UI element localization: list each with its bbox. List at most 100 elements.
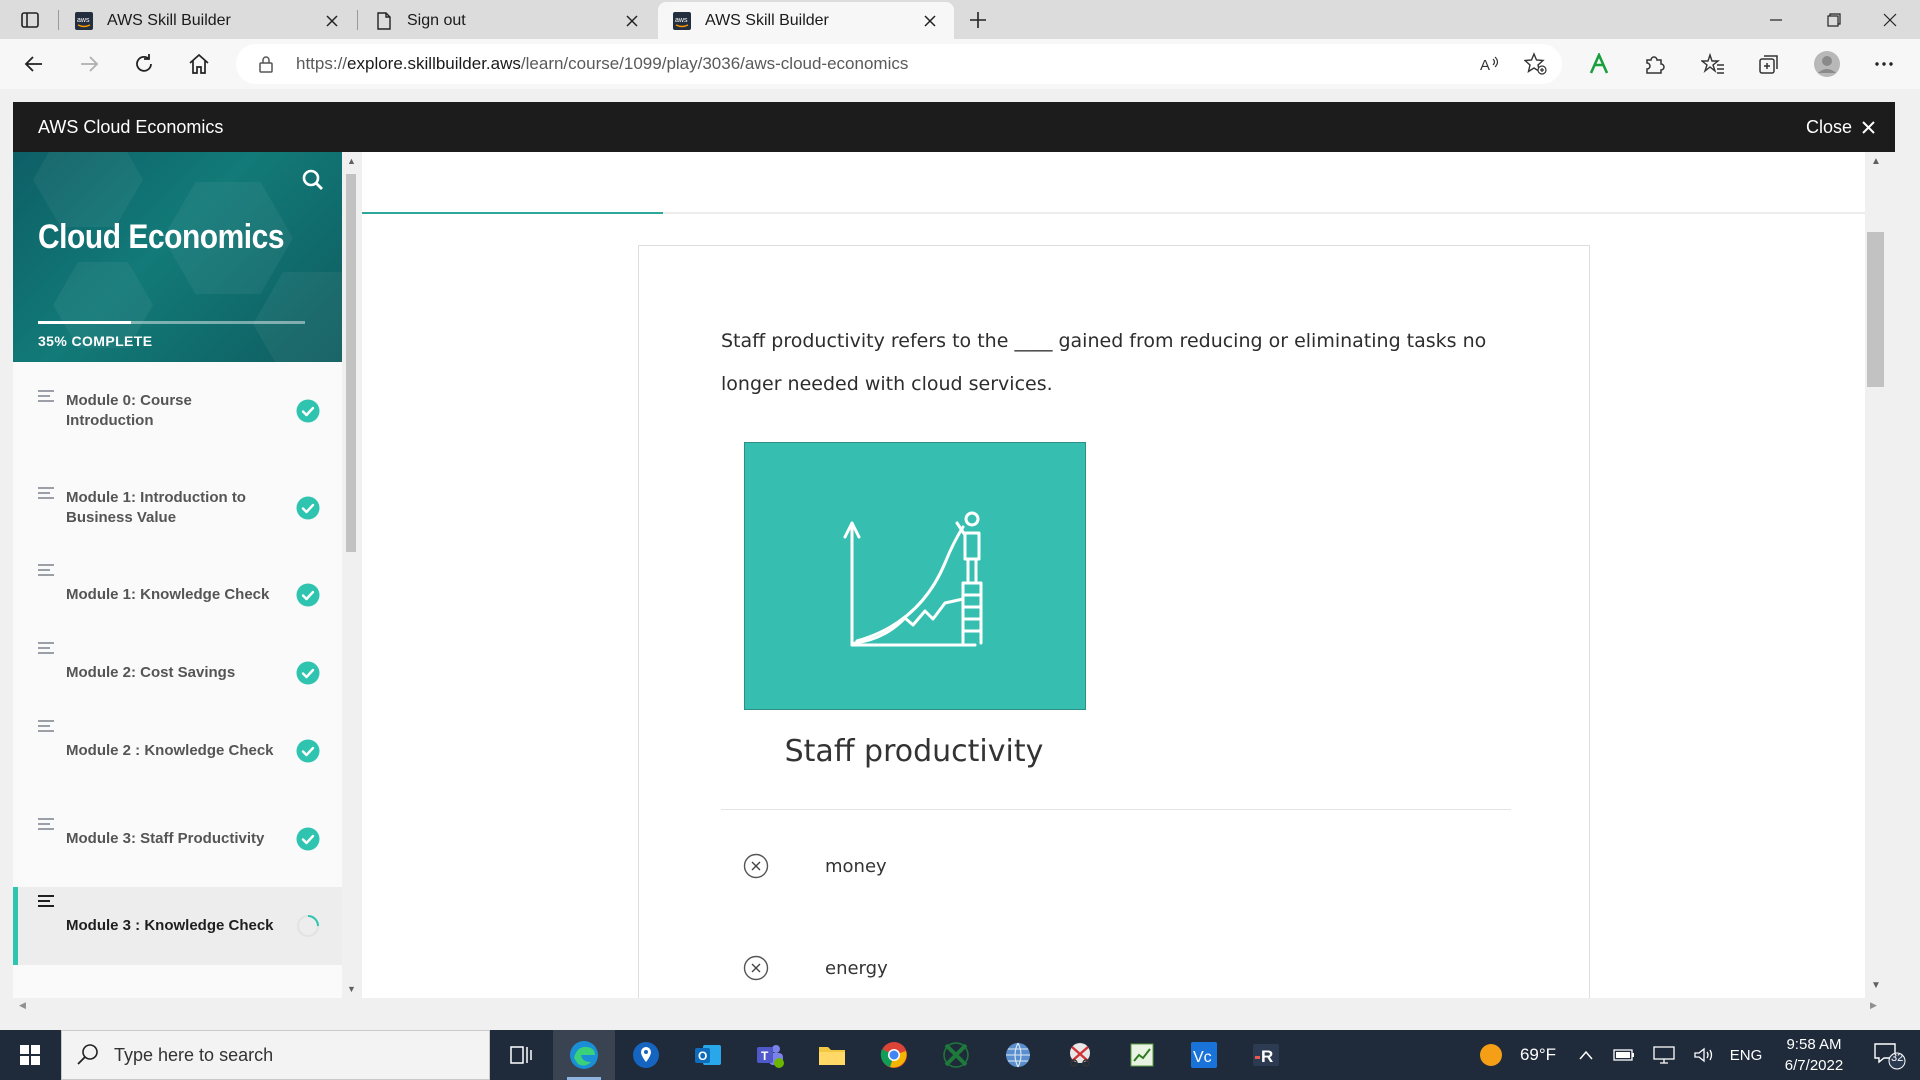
read-aloud-icon[interactable]: A xyxy=(1478,52,1502,76)
extensions-button[interactable] xyxy=(1636,46,1672,82)
lesson-content: Staff productivity refers to the ____ ga… xyxy=(362,152,1865,998)
taskbar-app-snip[interactable] xyxy=(1049,1030,1111,1080)
weather-temperature[interactable]: 69°F xyxy=(1512,1030,1564,1080)
collections-button[interactable] xyxy=(1751,46,1787,82)
scroll-up-arrow-icon[interactable]: ▲ xyxy=(1871,156,1881,167)
tab-separator xyxy=(58,10,59,30)
favorites-button[interactable] xyxy=(1695,46,1731,82)
weather-button[interactable] xyxy=(1474,1030,1508,1080)
module-label: Module 3: Staff Productivity xyxy=(66,829,265,847)
sidebar-module-item[interactable]: Module 3: Staff Productivity xyxy=(13,790,342,887)
hex-decoration xyxy=(33,152,143,227)
check-circle-icon xyxy=(296,827,320,850)
close-tab-icon[interactable] xyxy=(622,11,642,31)
taskbar-app-sheet[interactable] xyxy=(1111,1030,1173,1080)
address-bar[interactable]: https://explore.skillbuilder.aws/learn/c… xyxy=(236,44,1562,84)
taskbar-file-explorer[interactable] xyxy=(801,1030,863,1080)
browser-tab-3-active[interactable]: aws AWS Skill Builder xyxy=(658,2,954,39)
maps-pin-icon xyxy=(633,1042,659,1068)
taskbar-outlook[interactable]: O xyxy=(677,1030,739,1080)
sidebar-module-item[interactable]: Module 1: Knowledge Check xyxy=(13,556,342,634)
avatar-icon xyxy=(1814,51,1840,77)
extension-a-icon xyxy=(1589,53,1609,74)
taskbar-teams[interactable]: T xyxy=(739,1030,801,1080)
staff-productivity-image xyxy=(744,442,1086,710)
task-view-button[interactable] xyxy=(490,1030,552,1080)
x-circle-icon xyxy=(743,955,769,981)
sidebar-module-item[interactable]: Module 3 : Knowledge Check xyxy=(13,887,342,965)
system-clock[interactable]: 9:58 AM 6/7/2022 xyxy=(1768,1034,1860,1076)
url-text[interactable]: https://explore.skillbuilder.aws/learn/c… xyxy=(296,54,908,74)
globe-icon xyxy=(1006,1042,1030,1068)
sidebar-module-item[interactable]: Module 2 : Knowledge Check xyxy=(13,712,342,790)
restore-button[interactable] xyxy=(1806,0,1862,39)
home-icon xyxy=(189,53,209,74)
network-icon[interactable] xyxy=(1650,1030,1678,1080)
tab-title: AWS Skill Builder xyxy=(705,11,829,29)
sidebar-hero: Cloud Economics 35% COMPLETE xyxy=(13,152,342,362)
scroll-down-arrow-icon[interactable]: ▼ xyxy=(347,984,356,994)
taskbar-maps[interactable] xyxy=(615,1030,677,1080)
close-tab-icon[interactable] xyxy=(322,11,342,31)
scroll-down-arrow-icon[interactable]: ▼ xyxy=(1871,980,1881,991)
check-circle-icon xyxy=(296,583,320,607)
horizontal-scrollbar[interactable]: ◀ ▶ xyxy=(13,998,1895,1014)
volume-icon[interactable] xyxy=(1690,1030,1718,1080)
lesson-scrollbar[interactable]: ▲ ▼ xyxy=(1865,152,1895,998)
hex-decoration xyxy=(253,272,342,362)
new-tab-button[interactable] xyxy=(964,6,992,34)
favorites-icon xyxy=(1701,53,1724,74)
battery-icon[interactable] xyxy=(1610,1030,1638,1080)
search-icon xyxy=(77,1044,98,1065)
scroll-left-arrow-icon[interactable]: ◀ xyxy=(19,1000,26,1011)
sidebar-scrollbar[interactable]: ▲ ▼ xyxy=(342,152,360,998)
sidebar-module-item[interactable]: Module 1: Introduction to Business Value xyxy=(13,459,342,556)
taskbar-chrome[interactable] xyxy=(863,1030,925,1080)
scroll-up-arrow-icon[interactable]: ▲ xyxy=(347,156,356,166)
home-button[interactable] xyxy=(181,46,217,82)
search-icon[interactable] xyxy=(301,168,325,192)
lesson-scroll-thumb[interactable] xyxy=(1867,232,1884,387)
lesson-lines-icon xyxy=(38,487,56,501)
answer-option-money[interactable]: money xyxy=(743,846,887,886)
refresh-button[interactable] xyxy=(126,46,162,82)
svg-text:O: O xyxy=(698,1049,707,1063)
settings-menu-button[interactable] xyxy=(1866,46,1902,82)
weather-sun-icon xyxy=(1480,1044,1502,1066)
answer-option-energy[interactable]: energy xyxy=(743,948,888,988)
close-tab-icon[interactable] xyxy=(920,11,940,31)
notification-center-button[interactable]: 32 xyxy=(1864,1030,1914,1080)
taskbar-search-box[interactable]: Type here to search xyxy=(61,1030,490,1080)
sidebar-course-title: Cloud Economics xyxy=(38,218,285,256)
sidebar-module-item[interactable]: Module 2: Cost Savings xyxy=(13,634,342,712)
taskbar-edge[interactable] xyxy=(553,1030,615,1080)
windows-logo-icon xyxy=(20,1045,40,1065)
taskbar-app-x[interactable] xyxy=(925,1030,987,1080)
browser-tab-2[interactable]: Sign out xyxy=(360,2,656,39)
input-language[interactable]: ENG xyxy=(1726,1030,1766,1080)
browser-toolbar: https://explore.skillbuilder.aws/learn/c… xyxy=(0,39,1920,89)
profile-button[interactable] xyxy=(1809,46,1845,82)
start-button[interactable] xyxy=(0,1030,60,1080)
close-window-button[interactable] xyxy=(1862,0,1918,39)
add-favorite-icon[interactable] xyxy=(1524,52,1548,76)
browser-tab-1[interactable]: aws AWS Skill Builder xyxy=(60,2,356,39)
forward-button[interactable] xyxy=(71,46,107,82)
taskbar-app-vc[interactable]: Vc xyxy=(1173,1030,1235,1080)
sidebar-module-item[interactable]: Module 0: Course Introduction xyxy=(13,362,342,459)
close-course-button[interactable]: Close xyxy=(1806,117,1875,138)
tab-separator xyxy=(357,10,358,30)
back-button[interactable] xyxy=(16,46,52,82)
tab-actions-menu[interactable] xyxy=(14,8,46,32)
minimize-button[interactable] xyxy=(1748,0,1804,39)
sidebar-scroll-thumb[interactable] xyxy=(346,174,356,552)
extension-button[interactable] xyxy=(1581,46,1617,82)
scroll-right-arrow-icon[interactable]: ▶ xyxy=(1870,1000,1877,1011)
page-icon xyxy=(374,11,394,31)
svg-text:Vc: Vc xyxy=(1193,1049,1212,1066)
taskbar-app-r[interactable]: R xyxy=(1235,1030,1297,1080)
show-hidden-icons-button[interactable] xyxy=(1574,1030,1598,1080)
growth-chart-person-icon xyxy=(843,511,983,647)
aws-logo-icon: aws xyxy=(672,11,692,31)
taskbar-app-globe[interactable] xyxy=(987,1030,1049,1080)
